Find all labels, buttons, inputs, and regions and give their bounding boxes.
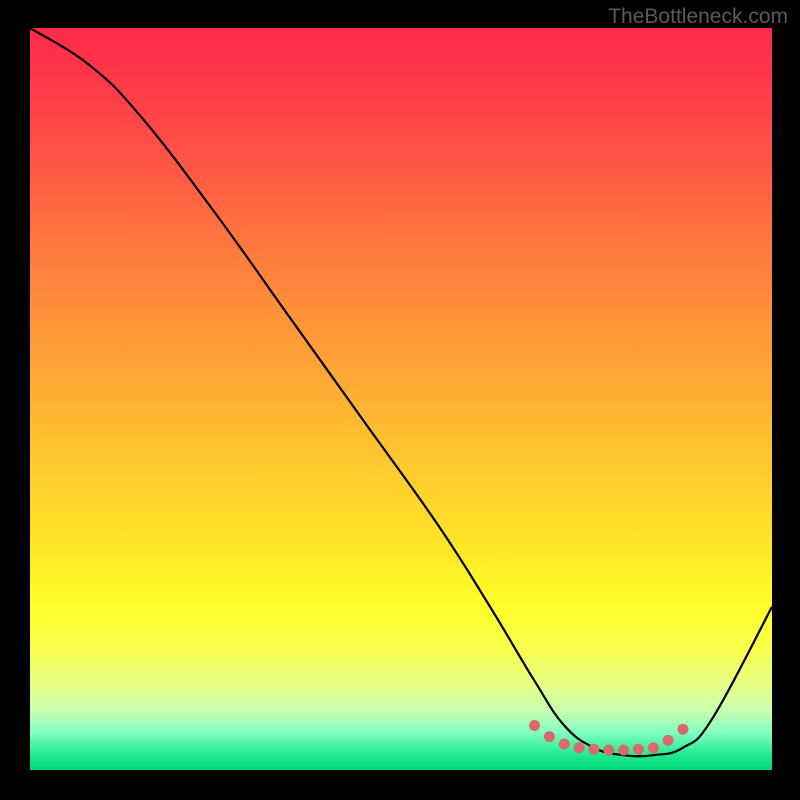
minimum-marker-dot (529, 720, 540, 731)
chart-plot-area (30, 28, 772, 770)
minimum-marker-dot (633, 744, 644, 755)
minimum-marker-dot (574, 742, 585, 753)
minimum-marker-dot (648, 742, 659, 753)
minimum-marker-dot (544, 731, 555, 742)
minimum-markers-group (529, 720, 688, 755)
minimum-marker-dot (559, 739, 570, 750)
minimum-marker-dot (603, 744, 614, 755)
minimum-marker-dot (588, 744, 599, 755)
watermark-text: TheBottleneck.com (608, 5, 788, 29)
minimum-marker-dot (677, 724, 688, 735)
minimum-marker-dot (618, 744, 629, 755)
minimum-marker-dot (663, 735, 674, 746)
chart-svg (30, 28, 772, 770)
bottleneck-curve-line (30, 28, 772, 756)
